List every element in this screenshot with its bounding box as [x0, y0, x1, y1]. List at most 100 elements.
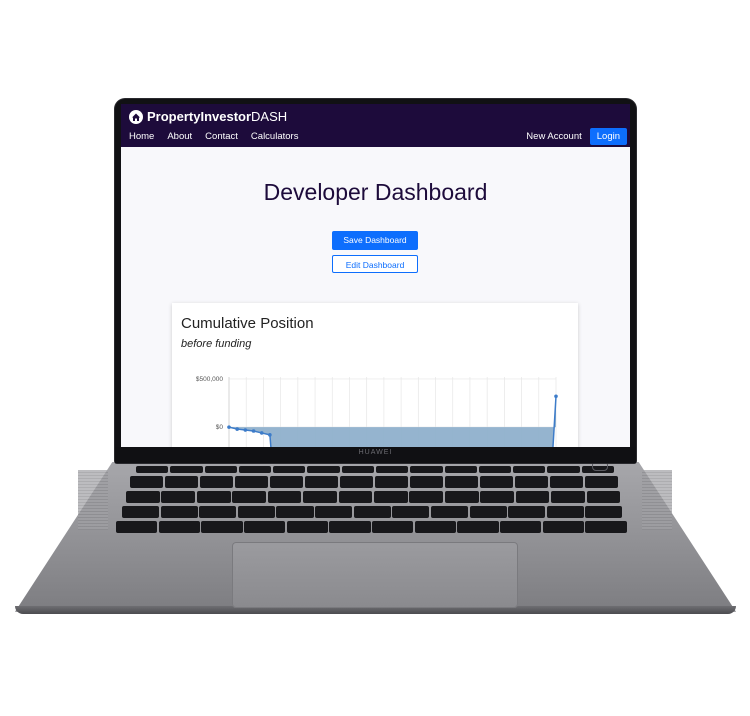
new-account-link[interactable]: New Account	[526, 131, 581, 142]
keyboard-key[interactable]	[273, 466, 306, 473]
keyboard-key[interactable]	[410, 466, 443, 473]
keyboard-key[interactable]	[550, 476, 584, 488]
keyboard-key[interactable]	[270, 476, 304, 488]
keyboard-key[interactable]	[469, 506, 507, 518]
brand-logo[interactable]: PropertyInvestorDASH	[129, 109, 287, 124]
touchpad[interactable]	[232, 542, 518, 608]
keyboard-key[interactable]	[547, 466, 580, 473]
nav-calculators-link[interactable]: Calculators	[251, 131, 299, 142]
page-title: Developer Dashboard	[263, 179, 488, 205]
keyboard-key[interactable]	[508, 506, 546, 518]
keyboard-key[interactable]	[165, 476, 199, 488]
keyboard-key[interactable]	[586, 491, 621, 503]
keyboard-key[interactable]	[585, 476, 619, 488]
nav-contact-link[interactable]: Contact	[205, 131, 238, 142]
keyboard-key[interactable]	[551, 491, 585, 503]
nav-account-area: New Account Login	[526, 128, 627, 145]
keyboard-key[interactable]	[303, 491, 337, 503]
keyboard-key[interactable]	[305, 476, 339, 488]
y-tick-label: $0	[216, 424, 224, 431]
keyboard-key[interactable]	[244, 521, 286, 533]
keyboard-key[interactable]	[200, 476, 234, 488]
nav-links: Home About Contact Calculators	[129, 131, 298, 142]
keyboard-key[interactable]	[515, 491, 550, 503]
brand-name: PropertyInvestorDASH	[147, 109, 288, 124]
keyboard-key[interactable]	[414, 521, 456, 533]
keyboard-key[interactable]	[126, 491, 160, 503]
keyboard-key[interactable]	[585, 521, 627, 533]
keyboard-key[interactable]	[196, 491, 231, 503]
keyboard-key[interactable]	[375, 476, 409, 488]
keyboard-key[interactable]	[340, 476, 374, 488]
login-button[interactable]: Login	[589, 128, 627, 145]
device-brand-label: HUAWEI	[358, 449, 393, 456]
keyboard-key[interactable]	[160, 506, 198, 518]
keyboard-key[interactable]	[353, 506, 391, 518]
navbar: PropertyInvestorDASH Home About Contact …	[121, 104, 630, 147]
keyboard-key[interactable]	[232, 491, 266, 503]
keyboard-key[interactable]	[201, 521, 243, 533]
chart-data-point	[235, 427, 239, 431]
keyboard-key[interactable]	[307, 466, 340, 473]
keyboard-key[interactable]	[546, 506, 584, 518]
keyboard-key[interactable]	[267, 491, 302, 503]
edit-dashboard-button[interactable]: Edit Dashboard	[332, 255, 418, 273]
right-speaker-grille	[642, 470, 672, 530]
chart-data-point	[259, 431, 264, 435]
keyboard-key[interactable]	[338, 491, 373, 503]
keyboard-key[interactable]	[158, 521, 200, 533]
keyboard-key[interactable]	[374, 491, 408, 503]
nav-home-link[interactable]: Home	[129, 131, 154, 142]
keyboard-key[interactable]	[500, 521, 542, 533]
keyboard-key[interactable]	[170, 466, 203, 473]
keyboard-key[interactable]	[515, 476, 549, 488]
keyboard-key[interactable]	[445, 476, 479, 488]
screen-bezel-bottom: HUAWEI	[115, 447, 636, 463]
keyboard-key[interactable]	[585, 506, 623, 518]
keyboard	[110, 466, 640, 542]
keyboard-key[interactable]	[410, 476, 444, 488]
keyboard-key[interactable]	[235, 476, 269, 488]
keyboard-key[interactable]	[430, 506, 468, 518]
keyboard-key[interactable]	[161, 491, 196, 503]
card-subtitle: before funding	[181, 338, 252, 350]
cumulative-position-card: Cumulative Position before funding $500,…	[172, 303, 578, 447]
keyboard-key[interactable]	[329, 521, 371, 533]
keyboard-key[interactable]	[130, 476, 164, 488]
keyboard-key[interactable]	[204, 466, 237, 473]
chart-data-point	[227, 425, 231, 429]
keyboard-key[interactable]	[315, 506, 353, 518]
laptop-screen: PropertyInvestorDASH Home About Contact …	[121, 104, 630, 447]
keyboard-key[interactable]	[409, 491, 444, 503]
keyboard-key[interactable]	[480, 491, 514, 503]
keyboard-key[interactable]	[199, 506, 237, 518]
left-speaker-grille	[78, 470, 108, 530]
keyboard-key[interactable]	[276, 506, 314, 518]
keyboard-key[interactable]	[237, 506, 275, 518]
card-title: Cumulative Position	[181, 315, 314, 332]
keyboard-key[interactable]	[376, 466, 409, 473]
chart-data-point	[243, 428, 248, 432]
chart-data-point	[251, 429, 256, 433]
house-logo-icon	[129, 109, 143, 124]
keyboard-key[interactable]	[122, 506, 160, 518]
keyboard-key[interactable]	[542, 521, 584, 533]
keyboard-key[interactable]	[444, 466, 477, 473]
keyboard-key[interactable]	[372, 521, 414, 533]
keyboard-key[interactable]	[480, 476, 514, 488]
save-dashboard-button[interactable]: Save Dashboard	[332, 231, 418, 250]
chart-data-point	[554, 394, 558, 399]
keyboard-key[interactable]	[286, 521, 328, 533]
keyboard-key[interactable]	[478, 466, 512, 473]
keyboard-key[interactable]	[457, 521, 499, 533]
keyboard-key[interactable]	[513, 466, 546, 473]
keyboard-key[interactable]	[392, 506, 430, 518]
keyboard-key[interactable]	[136, 466, 169, 473]
chart-area-fill	[229, 396, 556, 447]
nav-about-link[interactable]: About	[167, 131, 192, 142]
keyboard-key[interactable]	[238, 466, 272, 473]
keyboard-key[interactable]	[116, 521, 158, 533]
keyboard-key[interactable]	[341, 466, 374, 473]
keyboard-key[interactable]	[444, 491, 479, 503]
y-tick-label: $500,000	[196, 376, 223, 383]
